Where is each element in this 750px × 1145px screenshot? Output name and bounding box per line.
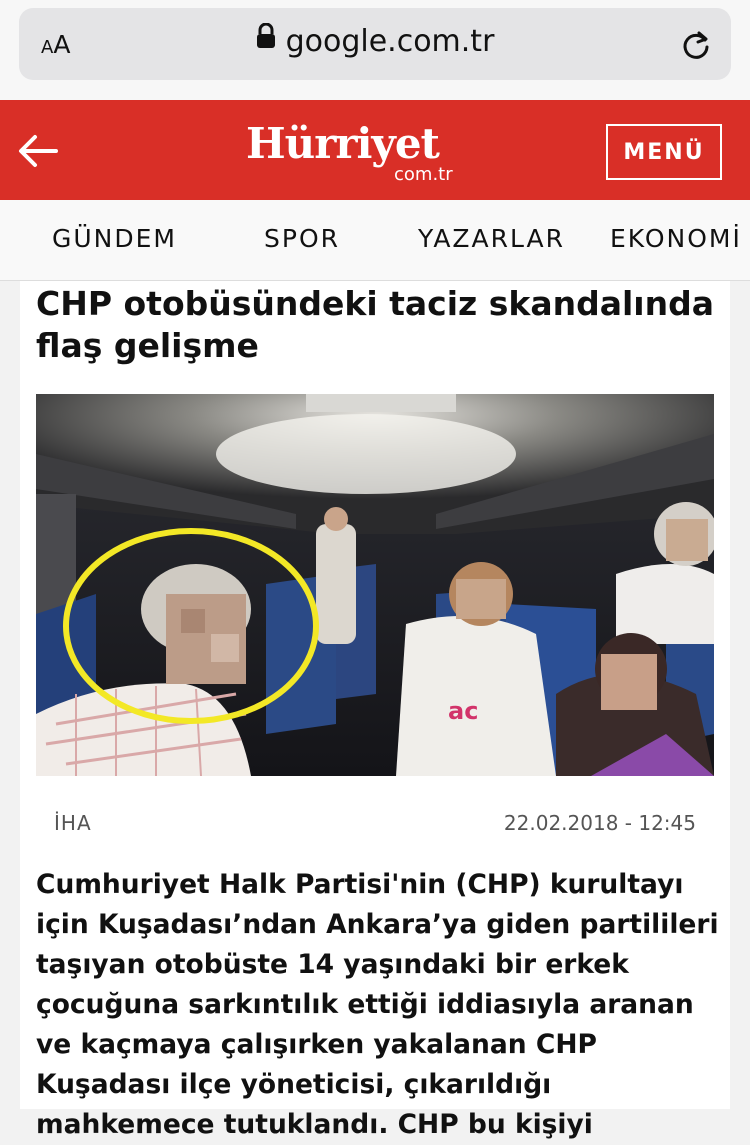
logo-domain: com.tr — [394, 164, 453, 185]
article-source: İHA — [54, 811, 92, 835]
article-title[interactable]: CHP otobüsündeki taciz skandalında flaş … — [36, 283, 716, 367]
site-header: Hürriyet com.tr MENÜ — [0, 100, 750, 200]
url-text: google.com.tr — [285, 24, 495, 59]
svg-text:ac: ac — [448, 697, 478, 725]
menu-button[interactable]: MENÜ — [606, 124, 722, 180]
article-photo[interactable]: ac — [36, 394, 714, 776]
logo-text: Hürriyet — [246, 119, 440, 168]
address-bar[interactable]: AA google.com.tr — [19, 8, 731, 80]
nav-item-yazarlar[interactable]: YAZARLAR — [418, 224, 565, 253]
article-body: Cumhuriyet Halk Partisi'nin (CHP) kurult… — [36, 869, 719, 1140]
reload-icon[interactable] — [679, 28, 713, 66]
lock-icon — [256, 22, 276, 57]
browser-toolbar: AA google.com.tr — [0, 0, 750, 100]
url-display[interactable]: google.com.tr — [19, 22, 731, 59]
article-date: 22.02.2018 - 12:45 — [503, 811, 696, 835]
article: CHP otobüsündeki taciz skandalında flaş … — [20, 281, 730, 1140]
back-arrow-icon[interactable] — [18, 134, 58, 172]
category-nav: GÜNDEM SPOR YAZARLAR EKONOMİ — [0, 200, 750, 281]
nav-item-spor[interactable]: SPOR — [264, 224, 340, 253]
nav-item-gundem[interactable]: GÜNDEM — [52, 224, 177, 253]
nav-item-ekonomi[interactable]: EKONOMİ — [610, 224, 742, 253]
hurriyet-logo[interactable]: Hürriyet com.tr — [246, 119, 466, 186]
